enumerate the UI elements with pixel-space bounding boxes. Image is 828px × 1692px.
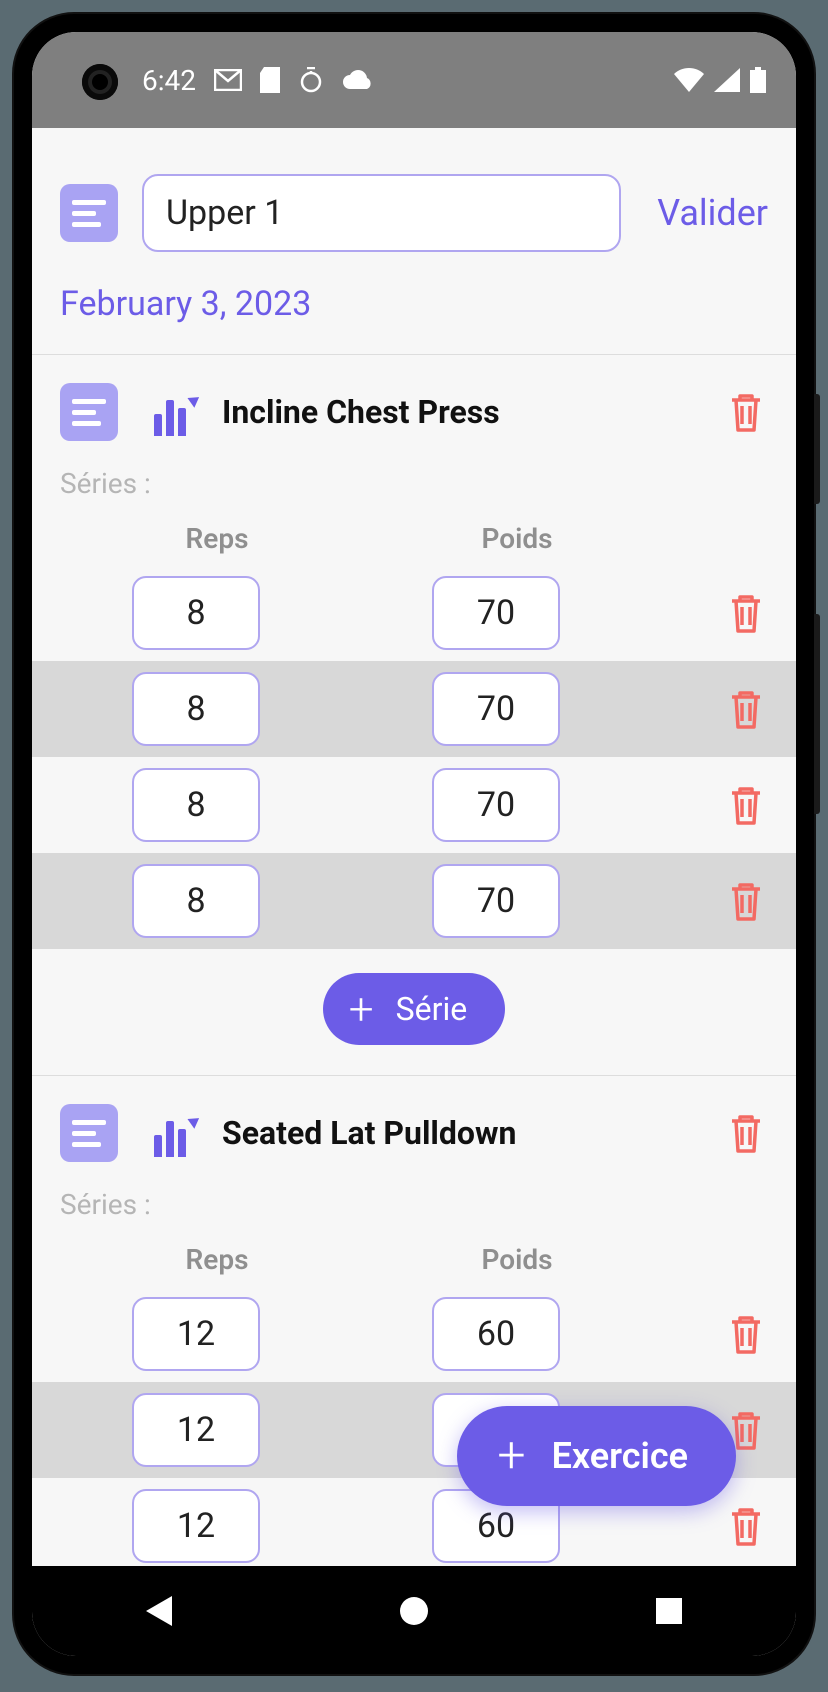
- nav-back-button[interactable]: [99, 1581, 219, 1641]
- date-label: February 3, 2023: [32, 264, 796, 354]
- exercise-block: Incline Chest Press Séries : Reps Poids: [32, 354, 796, 1075]
- poids-input[interactable]: [432, 1297, 560, 1371]
- plus-icon: +: [349, 987, 374, 1031]
- wifi-icon: [674, 68, 704, 92]
- delete-exercise-button[interactable]: [724, 390, 768, 434]
- delete-set-button[interactable]: [724, 879, 768, 923]
- android-nav-bar: [32, 1566, 796, 1656]
- nav-home-button[interactable]: [354, 1581, 474, 1641]
- reps-input[interactable]: [132, 864, 260, 938]
- exercise-name: Incline Chest Press: [222, 393, 696, 431]
- exercise-name: Seated Lat Pulldown: [222, 1114, 696, 1152]
- delete-set-button[interactable]: [724, 1504, 768, 1548]
- phone-side-button: [814, 614, 820, 814]
- delete-set-button[interactable]: [724, 783, 768, 827]
- cloud-icon: [342, 69, 374, 91]
- reps-header: Reps: [132, 1243, 302, 1276]
- stats-icon[interactable]: [146, 1109, 194, 1157]
- delete-exercise-button[interactable]: [724, 1111, 768, 1155]
- reps-input[interactable]: [132, 768, 260, 842]
- add-set-button[interactable]: + Série: [323, 973, 505, 1045]
- reps-header: Reps: [132, 522, 302, 555]
- add-set-row: + Série: [32, 949, 796, 1075]
- phone-frame: 6:42: [14, 14, 814, 1674]
- poids-header: Poids: [432, 522, 602, 555]
- column-headers: Reps Poids: [32, 1229, 796, 1286]
- stats-icon[interactable]: [146, 388, 194, 436]
- battery-icon: [750, 67, 766, 93]
- add-set-label: Série: [396, 990, 468, 1028]
- set-row: [32, 757, 796, 853]
- reps-input[interactable]: [132, 576, 260, 650]
- poids-input[interactable]: [432, 864, 560, 938]
- gmail-icon: [214, 69, 242, 91]
- set-row: [32, 1286, 796, 1382]
- header-row: Valider: [32, 128, 796, 264]
- set-row: [32, 853, 796, 949]
- poids-header: Poids: [432, 1243, 602, 1276]
- camera-cutout: [82, 64, 118, 100]
- add-exercise-fab[interactable]: + Exercice: [457, 1406, 736, 1506]
- timer-icon: [298, 67, 324, 93]
- status-left: 6:42: [142, 64, 374, 97]
- poids-input[interactable]: [432, 672, 560, 746]
- series-label: Séries :: [32, 449, 796, 508]
- sd-card-icon: [260, 67, 280, 93]
- exercise-notes-icon[interactable]: [60, 1104, 118, 1162]
- phone-side-button: [814, 394, 820, 504]
- reps-input[interactable]: [132, 672, 260, 746]
- delete-set-button[interactable]: [724, 1312, 768, 1356]
- delete-set-button[interactable]: [724, 591, 768, 635]
- validate-button[interactable]: Valider: [657, 192, 768, 234]
- status-bar: 6:42: [32, 32, 796, 128]
- exercise-header: Incline Chest Press: [32, 355, 796, 449]
- exercise-notes-icon[interactable]: [60, 383, 118, 441]
- screen: 6:42: [32, 32, 796, 1656]
- plus-icon: +: [497, 1431, 525, 1481]
- poids-input[interactable]: [432, 576, 560, 650]
- delete-set-button[interactable]: [724, 687, 768, 731]
- series-label: Séries :: [32, 1170, 796, 1229]
- set-row: [32, 661, 796, 757]
- column-headers: Reps Poids: [32, 508, 796, 565]
- poids-input[interactable]: [432, 768, 560, 842]
- exercise-header: Seated Lat Pulldown: [32, 1076, 796, 1170]
- signal-icon: [714, 68, 740, 92]
- status-time: 6:42: [142, 64, 196, 97]
- nav-recent-button[interactable]: [609, 1581, 729, 1641]
- reps-input[interactable]: [132, 1489, 260, 1563]
- reps-input[interactable]: [132, 1297, 260, 1371]
- status-right: [674, 67, 766, 93]
- reps-input[interactable]: [132, 1393, 260, 1467]
- workout-title-input[interactable]: [142, 174, 621, 252]
- fab-label: Exercice: [552, 1435, 688, 1477]
- notes-icon[interactable]: [60, 184, 118, 242]
- content-area[interactable]: Valider February 3, 2023 Incline Chest P…: [32, 128, 796, 1566]
- set-row: [32, 565, 796, 661]
